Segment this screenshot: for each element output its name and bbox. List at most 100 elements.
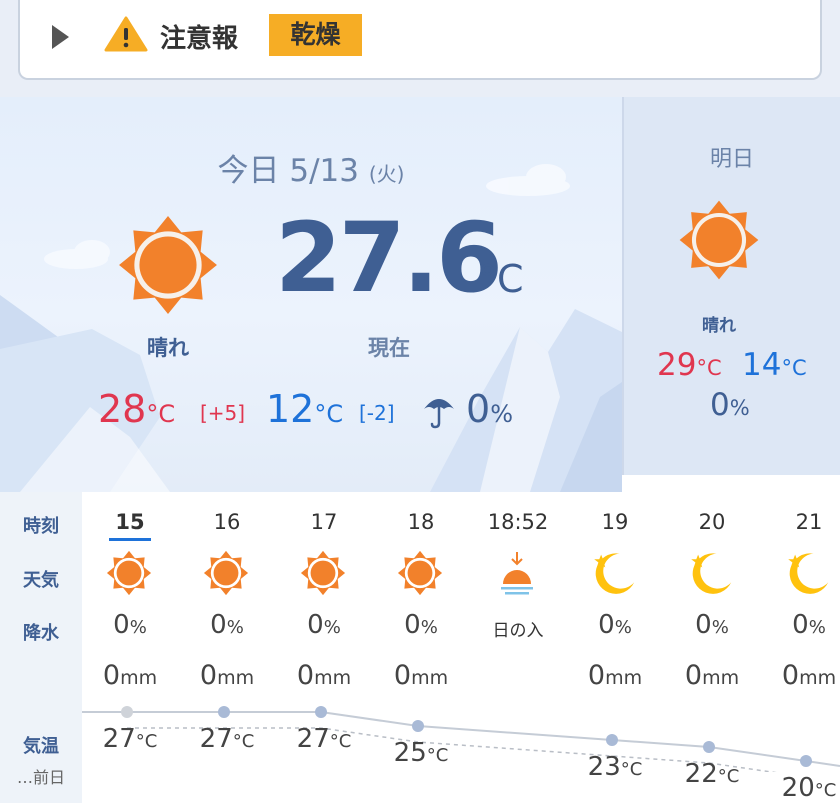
hour-column[interactable]: 16 0% 0 mm 27°C — [179, 492, 275, 803]
hour-temperature: 27°C — [82, 724, 178, 754]
hour-precip-value: 0 — [307, 610, 324, 640]
umbrella-icon — [424, 399, 454, 429]
hour-column[interactable]: 20 0% 0mm 22°C — [664, 492, 760, 803]
hour-temperature: 27°C — [276, 724, 372, 754]
tomorrow-high-unit: °C — [696, 356, 722, 380]
sun-icon — [397, 550, 443, 596]
hour-precip-value: 0 — [210, 610, 227, 640]
hour-rainfall: 0mm — [567, 660, 663, 691]
hour-time: 17 — [310, 510, 338, 534]
hour-column[interactable]: 21 0% 0mm 20°C — [761, 492, 840, 803]
hour-column[interactable]: 18:52 日の入 — [470, 492, 566, 803]
current-temperature: 27.6 — [275, 202, 503, 314]
tomorrow-low-unit: °C — [781, 356, 807, 380]
hour-precip-unit: % — [711, 617, 729, 638]
hour-precip-value: 0 — [695, 610, 712, 640]
hour-precip: 0% — [567, 610, 663, 640]
today-precip-unit: % — [490, 400, 513, 428]
hour-column[interactable]: 15 0% 0mm 27°C — [82, 492, 178, 803]
today-panel: 今日 5/13 (火) 晴れ 27.6 °C 現在 28°C [+5] 12°C… — [0, 97, 622, 492]
hour-time: 19 — [601, 510, 629, 534]
alert-badge[interactable]: 乾燥 — [269, 14, 362, 56]
row-label-time: 時刻 — [23, 516, 59, 537]
hour-weather-icon — [203, 550, 249, 600]
alert-banner[interactable]: 注意報 乾燥 — [18, 0, 822, 80]
today-condition: 晴れ — [147, 336, 189, 360]
hour-rainfall-unit: mm — [217, 667, 255, 689]
hour-weather-icon — [397, 550, 443, 600]
hour-column[interactable]: 17 0% 0mm 27°C — [276, 492, 372, 803]
sunset-icon — [501, 552, 533, 595]
hour-temperature-value: 27 — [296, 724, 330, 754]
sun-icon — [203, 550, 249, 596]
today-weekday: (火) — [368, 162, 405, 186]
hour-column[interactable]: 18 0% 0mm 25°C — [373, 492, 469, 803]
hour-rainfall: 0mm — [82, 660, 178, 691]
hour-time: 16 — [213, 510, 241, 534]
hour-rainfall: 0mm — [373, 660, 469, 691]
hourly-forecast[interactable]: 時刻 天気 降水 気温 …前日 15 0% 0mm 27°C 16 0% 0mm 27°C 17… — [0, 492, 840, 803]
hour-rainfall-value: 0 — [296, 660, 315, 691]
hour-weather-icon — [494, 550, 540, 604]
tomorrow-high: 29°C — [657, 347, 722, 383]
hour-temperature-unit: °C — [717, 766, 740, 787]
tomorrow-high-value: 29 — [657, 347, 697, 383]
tomorrow-precip-unit: % — [729, 396, 750, 420]
hour-precip-unit: % — [614, 617, 632, 638]
hour-rainfall-unit: mm — [605, 667, 643, 689]
hour-temperature-value: 27 — [102, 724, 136, 754]
hour-rainfall: 0mm — [761, 660, 840, 691]
hour-rainfall-unit: mm — [702, 667, 740, 689]
hour-temperature-value: 23 — [587, 752, 621, 782]
today-high-diff: [+5] — [200, 401, 246, 425]
hour-temperature-unit: °C — [620, 759, 643, 780]
row-label-prev-day: …前日 — [16, 768, 65, 787]
current-label: 現在 — [368, 336, 410, 360]
hour-time: 18:52 — [487, 510, 549, 534]
today-low: 12°C — [266, 387, 343, 431]
moon-icon — [788, 553, 829, 594]
hour-precip-unit: % — [808, 617, 826, 638]
hour-rainfall-unit: mm — [314, 667, 352, 689]
today-summary-row: 28°C [+5] 12°C [-2] 0% — [0, 387, 622, 437]
hour-temperature-value: 27 — [199, 724, 233, 754]
hour-temperature-unit: °C — [329, 731, 352, 752]
hour-rainfall-value: 0 — [587, 660, 606, 691]
hour-temperature-unit: °C — [232, 731, 255, 752]
hour-precip-unit: % — [323, 617, 341, 638]
hour-precip: 0% — [373, 610, 469, 640]
tomorrow-low-value: 14 — [742, 347, 782, 383]
hour-precip-unit: % — [226, 617, 244, 638]
row-label-temp: 気温 — [23, 736, 59, 757]
hour-precip-value: 0 — [598, 610, 615, 640]
hour-rainfall-value: 0 — [102, 660, 121, 691]
today-low-unit: °C — [314, 400, 344, 428]
row-label-precip: 降水 — [23, 623, 59, 644]
hour-time: 21 — [795, 510, 823, 534]
hour-precip: 0% — [276, 610, 372, 640]
sun-icon — [119, 216, 217, 314]
hour-time: 18 — [407, 510, 435, 534]
tomorrow-panel[interactable]: 明日 晴れ 29°C 14°C 0% — [622, 97, 840, 475]
hour-precip: 0% — [664, 610, 760, 640]
hour-rainfall-value: 0 — [781, 660, 800, 691]
sun-icon — [300, 550, 346, 596]
expand-triangle-icon[interactable] — [52, 25, 69, 49]
hour-weather-icon — [785, 550, 831, 600]
hour-rainfall-unit: mm — [120, 667, 158, 689]
tomorrow-condition: 晴れ — [702, 316, 736, 336]
hour-temperature-value: 22 — [684, 759, 718, 789]
hourly-row-labels: 時刻 天気 降水 気温 …前日 — [0, 492, 82, 803]
tomorrow-low: 14°C — [742, 347, 807, 383]
hour-precip: 0% — [179, 610, 275, 640]
hour-rainfall: 0mm — [276, 660, 372, 691]
hour-rainfall-unit: mm — [411, 667, 449, 689]
hour-precip: 0% — [761, 610, 840, 640]
hour-column[interactable]: 19 0% 0mm 23°C — [567, 492, 663, 803]
hour-precip: 0% — [82, 610, 178, 640]
hour-weather-icon — [106, 550, 152, 600]
hour-temperature-value: 25 — [393, 738, 427, 768]
hour-temperature-value: 20 — [781, 773, 815, 803]
today-high-unit: °C — [146, 400, 176, 428]
sun-icon — [679, 200, 759, 280]
